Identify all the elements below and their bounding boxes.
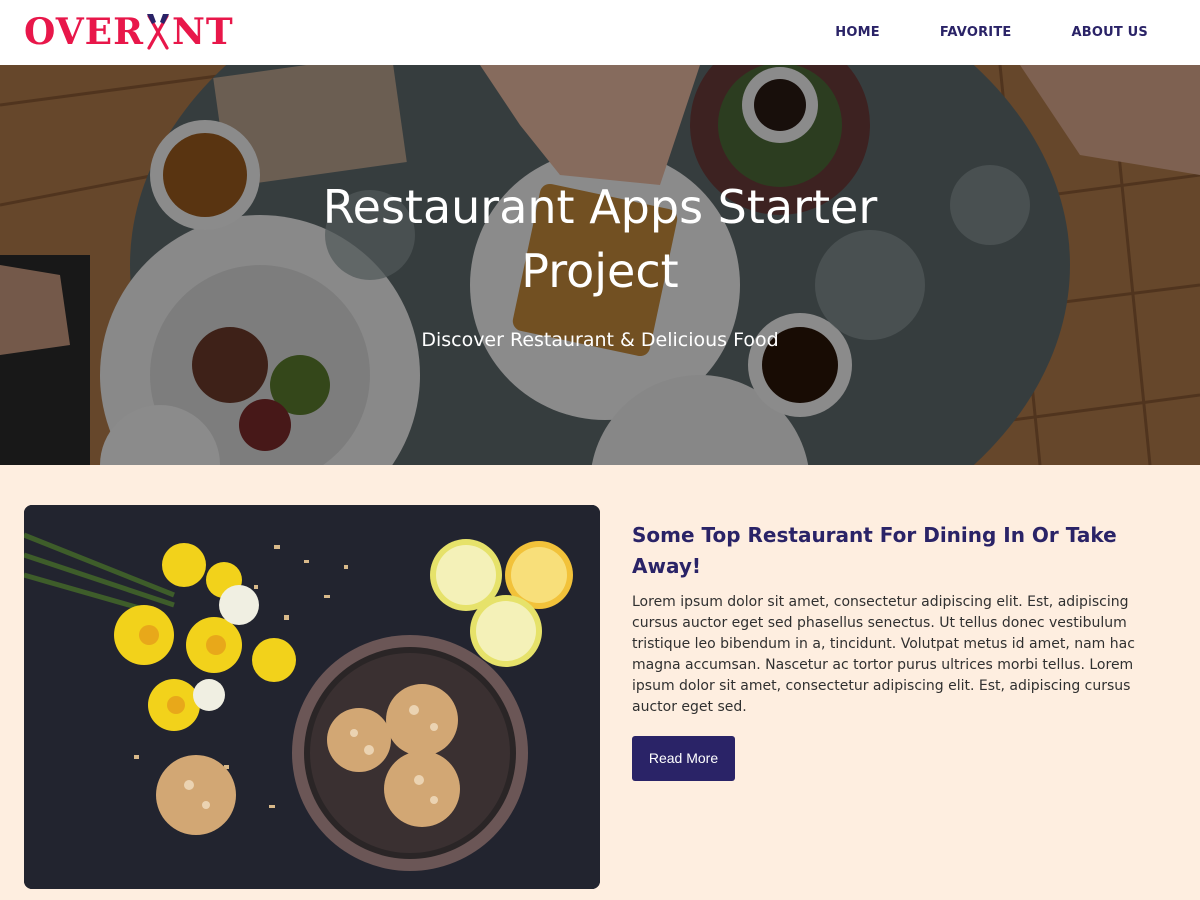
food-image	[24, 505, 600, 889]
read-more-button[interactable]: Read More	[632, 736, 735, 781]
hero-subtitle: Discover Restaurant & Delicious Food	[421, 329, 779, 351]
nav-about-link[interactable]: ABOUT US	[1042, 25, 1200, 40]
fork-knife-icon	[145, 12, 171, 52]
hero-title: Restaurant Apps Starter Project	[322, 180, 878, 298]
article-body: Lorem ipsum dolor sit amet, consectetur …	[632, 594, 1135, 715]
site-logo[interactable]: OVER NT	[24, 11, 234, 53]
site-header: OVER NT HOME FAVORITE ABOUT US	[0, 0, 1200, 65]
nav-favorite-link[interactable]: FAVORITE	[910, 25, 1042, 40]
main-nav: HOME FAVORITE ABOUT US	[805, 0, 1200, 65]
nav-home-link[interactable]: HOME	[805, 25, 910, 40]
hero-section: Restaurant Apps Starter Project Discover…	[0, 65, 1200, 465]
logo-text-right: NT	[172, 11, 234, 53]
article-heading: Some Top Restaurant For Dining In Or Tak…	[632, 523, 1117, 578]
logo-text-left: OVER	[24, 11, 145, 53]
article-section: Some Top Restaurant For Dining In Or Tak…	[632, 520, 1142, 781]
